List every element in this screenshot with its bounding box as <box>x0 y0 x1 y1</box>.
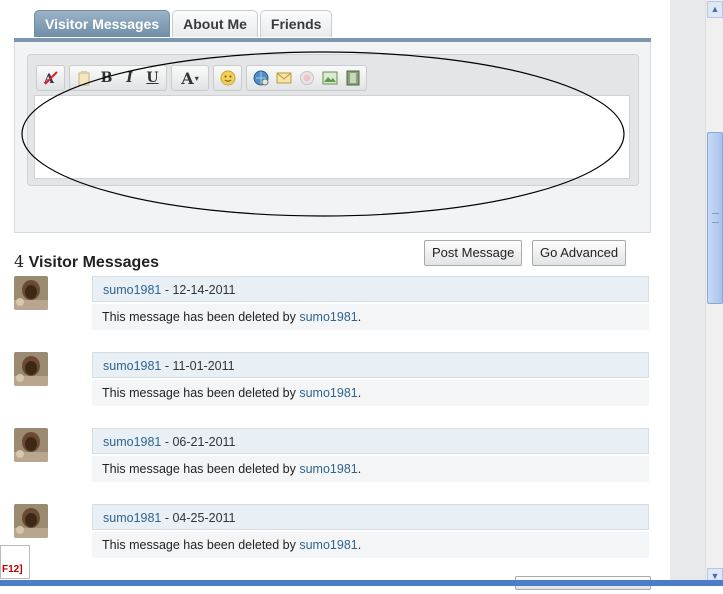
message-author-link[interactable]: sumo1981 <box>103 435 161 449</box>
message-body: This message has been deleted by sumo198… <box>92 380 649 406</box>
devtools-tab[interactable]: F12] <box>0 545 30 579</box>
messages-heading-label: Visitor Messages <box>28 254 160 271</box>
message-period: . <box>357 386 362 400</box>
deleted-by-link[interactable]: sumo1981 <box>299 386 357 400</box>
message-separator: - <box>161 435 173 449</box>
message-item: sumo1981 - 06-21-2011 This message has b… <box>14 428 651 488</box>
avatar[interactable] <box>14 504 48 538</box>
status-bar <box>0 580 723 586</box>
quote-icon[interactable] <box>296 68 317 88</box>
font-size-icon[interactable]: A ▾ <box>175 68 205 88</box>
toolbar-group-size: A ▾ <box>171 65 209 91</box>
dropdown-caret-icon: ▾ <box>194 73 199 83</box>
scrollbar-thumb[interactable] <box>707 132 723 304</box>
toolbar-group-smilie <box>213 65 242 91</box>
toolbar-group-insert <box>246 65 367 91</box>
message-period: . <box>357 462 362 476</box>
message-author-link[interactable]: sumo1981 <box>103 359 161 373</box>
image-icon[interactable] <box>319 68 340 88</box>
bold-icon[interactable]: B <box>96 68 117 88</box>
message-author-link[interactable]: sumo1981 <box>103 283 161 297</box>
scroll-up-arrow-icon[interactable]: ▲ <box>707 1 723 18</box>
paste-icon[interactable] <box>73 68 94 88</box>
deleted-by-link[interactable]: sumo1981 <box>299 462 357 476</box>
scrollbar-grip-icon <box>712 213 719 223</box>
remove-format-icon[interactable]: A <box>40 68 61 88</box>
italic-icon[interactable]: I <box>119 68 140 88</box>
smilie-icon[interactable] <box>217 68 238 88</box>
message-body-text: This message has been deleted by <box>102 310 296 324</box>
message-separator: - <box>161 511 173 525</box>
message-period: . <box>357 538 362 552</box>
rich-text-editor: A B I U A ▾ <box>27 54 639 186</box>
toolbar-group-format: A <box>36 65 65 91</box>
page-gutter <box>670 0 705 586</box>
message-body-text: This message has been deleted by <box>102 538 296 552</box>
tab-friends[interactable]: Friends <box>259 10 333 37</box>
page: Visitor Messages About Me Friends A B I … <box>0 0 705 590</box>
avatar[interactable] <box>14 352 48 386</box>
message-author-link[interactable]: sumo1981 <box>103 511 161 525</box>
deleted-by-link[interactable]: sumo1981 <box>299 538 357 552</box>
vertical-scrollbar[interactable]: ▲ ▼ <box>705 0 723 586</box>
tab-about-me[interactable]: About Me <box>172 10 258 37</box>
video-icon[interactable] <box>342 68 363 88</box>
deleted-by-link[interactable]: sumo1981 <box>299 310 357 324</box>
message-separator: - <box>161 283 173 297</box>
message-body-text: This message has been deleted by <box>102 462 296 476</box>
email-icon[interactable] <box>273 68 294 88</box>
message-date: 12-14-2011 <box>172 283 236 297</box>
message-item: sumo1981 - 11-01-2011 This message has b… <box>14 352 651 412</box>
avatar[interactable] <box>14 428 48 462</box>
link-icon[interactable] <box>250 68 271 88</box>
message-header: sumo1981 - 11-01-2011 <box>92 352 649 378</box>
messages-heading: 4 Visitor Messages <box>14 252 159 272</box>
profile-tabs: Visitor Messages About Me Friends <box>34 10 333 38</box>
message-textarea[interactable] <box>34 95 630 179</box>
message-header: sumo1981 - 04-25-2011 <box>92 504 649 530</box>
message-item: sumo1981 - 12-14-2011 This message has b… <box>14 276 651 336</box>
message-period: . <box>357 310 362 324</box>
message-date: 06-21-2011 <box>172 435 236 449</box>
font-size-letter: A <box>181 68 194 88</box>
underline-icon[interactable]: U <box>142 68 163 88</box>
messages-count: 4 <box>14 252 25 271</box>
message-date: 04-25-2011 <box>172 511 236 525</box>
editor-toolbar: A B I U A ▾ <box>36 65 367 91</box>
message-body: This message has been deleted by sumo198… <box>92 304 649 330</box>
message-body-text: This message has been deleted by <box>102 386 296 400</box>
go-advanced-button[interactable]: Go Advanced <box>532 240 627 266</box>
toolbar-group-text: B I U <box>69 65 167 91</box>
message-item: sumo1981 - 04-25-2011 This message has b… <box>14 504 651 564</box>
message-body: This message has been deleted by sumo198… <box>92 456 649 482</box>
tab-visitor-messages[interactable]: Visitor Messages <box>34 10 171 37</box>
message-body: This message has been deleted by sumo198… <box>92 532 649 558</box>
avatar[interactable] <box>14 276 48 310</box>
message-separator: - <box>161 359 173 373</box>
message-date: 11-01-2011 <box>172 359 235 373</box>
message-header: sumo1981 - 12-14-2011 <box>92 276 649 302</box>
message-header: sumo1981 - 06-21-2011 <box>92 428 649 454</box>
message-editor-panel: A B I U A ▾ <box>14 42 651 266</box>
post-message-button[interactable]: Post Message <box>424 240 523 266</box>
